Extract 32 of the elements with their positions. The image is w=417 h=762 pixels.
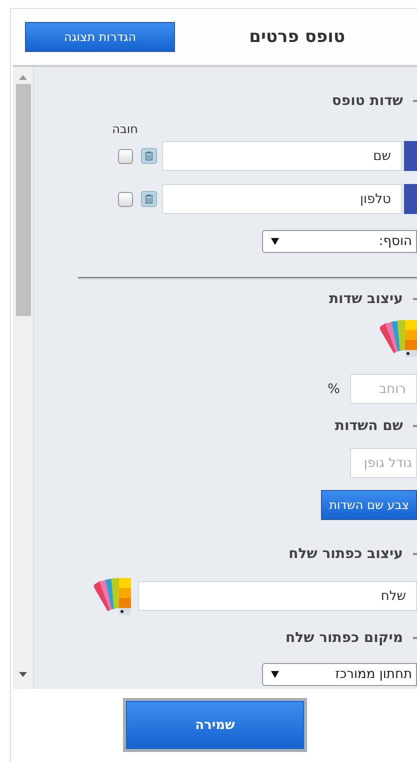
scrollbar[interactable]: [13, 67, 34, 689]
scroll-down-icon[interactable]: [19, 672, 27, 677]
field-name-input[interactable]: שם: [162, 141, 402, 171]
section-heading: שם השדות: [334, 418, 403, 434]
color-palette-icon[interactable]: [94, 576, 131, 616]
trash-icon[interactable]: [141, 148, 157, 164]
page-title: טופס פרטים: [249, 27, 345, 47]
field-name-color-button[interactable]: צבע שם השדות: [321, 490, 417, 520]
required-checkbox[interactable]: [118, 192, 133, 206]
section-heading: שדות טופס: [332, 93, 403, 109]
submit-position-select[interactable]: תחתון ממורכז: [262, 663, 417, 686]
save-button[interactable]: שמירה: [126, 701, 304, 749]
required-label: חובה: [112, 121, 138, 137]
trash-icon[interactable]: [141, 191, 157, 207]
dropdown-caret-icon: [271, 238, 279, 245]
section-heading: עיצוב כפתור שלח: [288, 546, 403, 562]
field-name-input[interactable]: טלפון: [162, 184, 402, 214]
font-size-input[interactable]: גודל גופן: [350, 448, 417, 478]
section-heading: עיצוב שדות: [328, 291, 403, 307]
required-checkbox[interactable]: [118, 148, 133, 164]
dropdown-caret-icon: [271, 671, 279, 678]
section-heading: מיקום כפתור שלח: [285, 630, 403, 646]
drag-handle[interactable]: [404, 184, 417, 214]
color-palette-icon[interactable]: [380, 318, 417, 358]
width-input[interactable]: רוחב: [350, 374, 417, 404]
submit-text-input[interactable]: שלח: [138, 581, 417, 611]
add-field-select[interactable]: הוסף:: [262, 230, 417, 253]
display-settings-button[interactable]: הגדרות תצוגה: [25, 22, 175, 52]
scrollbar-thumb[interactable]: [16, 84, 30, 316]
scroll-up-icon[interactable]: [19, 75, 27, 80]
drag-handle[interactable]: [404, 141, 417, 171]
percent-label: %: [328, 382, 340, 396]
